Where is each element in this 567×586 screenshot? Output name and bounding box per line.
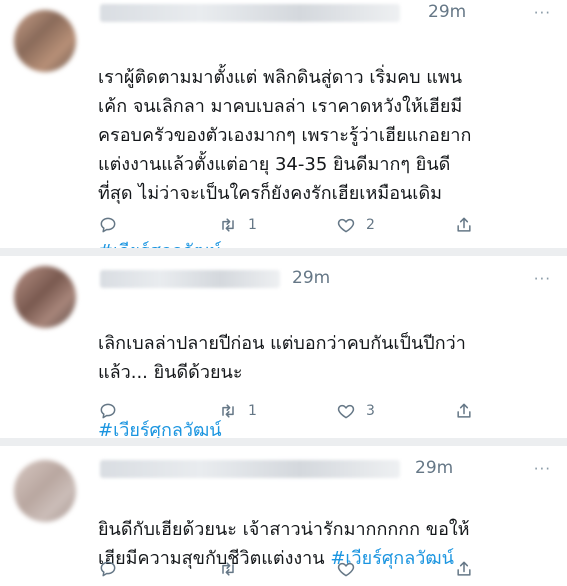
more-options-icon[interactable]: ··· <box>534 270 551 288</box>
tweet-actions: 1 3 <box>98 398 488 424</box>
more-options-icon[interactable]: ··· <box>534 460 551 478</box>
avatar[interactable] <box>14 266 76 328</box>
more-options-icon[interactable]: ··· <box>534 4 551 22</box>
tweet-divider <box>0 438 567 446</box>
share-button[interactable] <box>454 212 474 238</box>
reply-button[interactable] <box>98 212 118 238</box>
avatar[interactable] <box>14 460 76 522</box>
retweet-button[interactable]: 1 <box>218 212 257 238</box>
retweet-count: 1 <box>248 403 257 419</box>
share-button[interactable] <box>454 398 474 424</box>
tweet-actions: 1 2 <box>98 212 488 238</box>
tweet-2[interactable]: 29m ··· เลิกเบลล่าปลายปีก่อน แต่บอกว่าคบ… <box>0 256 567 441</box>
tweet-actions <box>98 556 488 582</box>
like-count: 2 <box>366 217 375 233</box>
reply-icon <box>100 403 116 419</box>
tweet-3[interactable]: 29m ··· ยินดีกับเฮียด้วยนะ เจ้าสาวน่ารัก… <box>0 446 567 586</box>
like-button[interactable]: 2 <box>336 212 375 238</box>
timestamp[interactable]: 29m <box>292 268 330 288</box>
retweet-icon <box>222 562 234 576</box>
heart-icon <box>337 218 355 233</box>
author-name-blurred[interactable] <box>100 4 400 22</box>
timestamp[interactable]: 29m <box>428 2 466 22</box>
retweet-count: 1 <box>248 217 257 233</box>
tweet-body: เราผู้ติดตามมาตั้งแต่ พลิกดินสู่ดาว เริ่… <box>98 67 472 204</box>
reply-icon <box>100 217 116 233</box>
timestamp[interactable]: 29m <box>415 458 453 478</box>
retweet-icon <box>222 218 234 232</box>
share-icon <box>457 561 471 576</box>
retweet-button[interactable]: 1 <box>218 398 257 424</box>
share-button[interactable] <box>454 556 474 582</box>
retweet-icon <box>222 404 234 418</box>
reply-icon <box>100 561 116 577</box>
retweet-button[interactable] <box>218 556 248 582</box>
author-name-blurred[interactable] <box>100 460 400 478</box>
like-button[interactable] <box>336 556 366 582</box>
heart-icon <box>337 404 355 419</box>
tweet-body: เลิกเบลล่าปลายปีก่อน แต่บอกว่าคบกันเป็นป… <box>98 333 466 383</box>
like-count: 3 <box>366 403 375 419</box>
heart-icon <box>337 562 355 577</box>
share-icon <box>457 217 471 232</box>
avatar[interactable] <box>14 10 76 72</box>
reply-button[interactable] <box>98 556 118 582</box>
tweet-divider <box>0 248 567 256</box>
like-button[interactable]: 3 <box>336 398 375 424</box>
author-name-blurred[interactable] <box>100 270 280 288</box>
reply-button[interactable] <box>98 398 118 424</box>
tweet-1[interactable]: 29m ··· เราผู้ติดตามมาตั้งแต่ พลิกดินสู่… <box>0 0 567 262</box>
share-icon <box>457 403 471 418</box>
